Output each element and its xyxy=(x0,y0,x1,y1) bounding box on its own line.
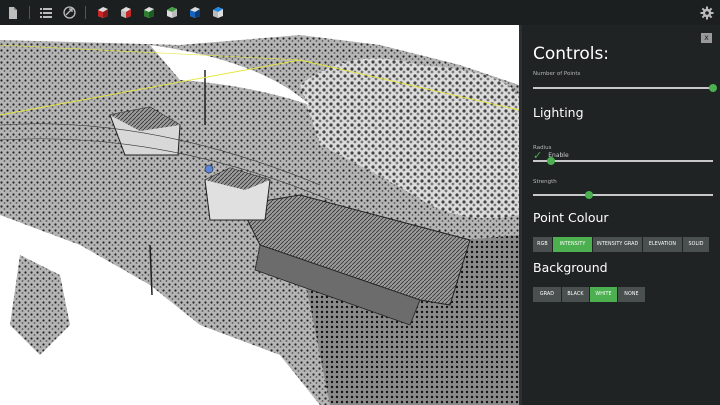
background-options: GRAD BLACK WHITE NONE xyxy=(533,287,646,302)
pc-option-rgb[interactable]: RGB xyxy=(533,237,553,252)
background-title: Background xyxy=(533,260,608,275)
bg-option-white[interactable]: WHITE xyxy=(590,287,618,302)
cube-green2-icon[interactable] xyxy=(164,6,178,20)
slider-thumb[interactable] xyxy=(584,191,593,199)
slider-thumb[interactable] xyxy=(547,157,555,165)
pc-option-elevation[interactable]: ELEVATION xyxy=(643,237,683,252)
bg-option-none[interactable]: NONE xyxy=(618,287,646,302)
cube-red-icon[interactable] xyxy=(95,6,109,20)
point-colour-options: RGB INTENSITY INTENSITY GRAD ELEVATION SOLID xyxy=(533,237,710,252)
list-icon[interactable] xyxy=(39,6,53,20)
toolbar-divider xyxy=(29,6,30,19)
top-toolbar xyxy=(0,0,720,25)
controls-panel: x Controls: Number of Points Lighting ✓ … xyxy=(519,25,720,405)
share-icon[interactable] xyxy=(62,6,76,20)
slider-track xyxy=(533,87,713,89)
radius-label: Radius xyxy=(533,145,552,151)
pc-option-intensity-grad[interactable]: INTENSITY GRAD xyxy=(593,237,643,252)
document-icon[interactable] xyxy=(6,6,20,20)
lighting-title: Lighting xyxy=(533,105,584,120)
cube-blue-icon[interactable] xyxy=(187,6,201,20)
bg-option-grad[interactable]: GRAD xyxy=(533,287,562,302)
cube-green-icon[interactable] xyxy=(141,6,155,20)
pc-option-intensity[interactable]: INTENSITY xyxy=(553,237,593,252)
app-window: x Controls: Number of Points Lighting ✓ … xyxy=(0,0,720,405)
point-cloud-viewport[interactable] xyxy=(0,25,519,405)
strength-label: Strength xyxy=(533,179,557,185)
selection-marker xyxy=(204,164,214,174)
pc-option-solid[interactable]: SOLID xyxy=(683,237,710,252)
controls-title: Controls: xyxy=(533,44,610,64)
slider-track xyxy=(533,194,713,196)
point-cloud-render xyxy=(0,35,519,405)
close-panel-button[interactable]: x xyxy=(701,33,712,43)
slider-track xyxy=(533,160,713,162)
gear-icon[interactable] xyxy=(700,5,714,20)
bg-option-black[interactable]: BLACK xyxy=(562,287,590,302)
cube-red2-icon[interactable] xyxy=(118,6,132,20)
number-of-points-slider[interactable] xyxy=(533,84,717,92)
point-colour-title: Point Colour xyxy=(533,210,609,225)
cube-blue2-icon[interactable] xyxy=(210,6,224,20)
number-of-points-label: Number of Points xyxy=(533,71,581,77)
strength-slider[interactable] xyxy=(533,191,713,199)
slider-thumb[interactable] xyxy=(709,84,717,92)
radius-slider[interactable] xyxy=(533,157,713,165)
toolbar-divider xyxy=(85,6,86,19)
